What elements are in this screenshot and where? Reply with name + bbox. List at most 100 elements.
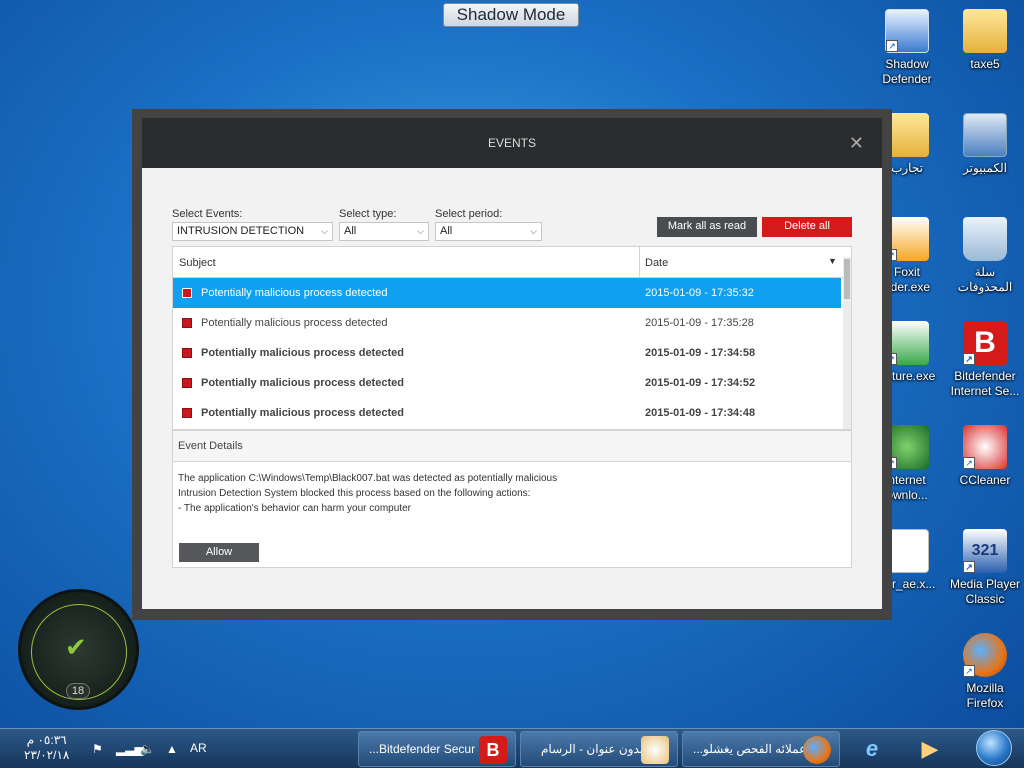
clock-date: ٢٣/٠٢/١٨ <box>24 748 70 762</box>
select-period-value: All <box>440 225 453 237</box>
flag-icon[interactable]: ⚑ <box>92 742 103 756</box>
firefox-icon <box>803 736 831 764</box>
window-titlebar: EVENTS ✕ <box>142 118 882 168</box>
mark-all-read-button[interactable]: Mark all as read <box>657 217 757 237</box>
select-type-label: Select type: <box>339 208 397 220</box>
computer-icon <box>963 113 1007 157</box>
media-player-icon: 321 ↗ <box>963 529 1007 573</box>
desktop-icon-label: CCleaner <box>959 473 1011 487</box>
alert-square-icon <box>182 378 192 388</box>
row-subject: Potentially malicious process detected <box>201 377 404 389</box>
gadget-count-badge: 18 <box>66 683 90 699</box>
alert-square-icon <box>182 288 192 298</box>
desktop-icon-ccleaner[interactable]: ↗ CCleaner <box>948 425 1022 488</box>
shadow-mode-banner: Shadow Mode <box>443 3 579 27</box>
row-date: 2015-01-09 - 17:34:48 <box>645 407 756 419</box>
taskbar-button-label: ...عملائه الفحص يغشلو <box>693 742 807 756</box>
details-line: - The application's behavior can harm yo… <box>178 503 411 514</box>
folder-user-icon <box>963 9 1007 53</box>
sort-down-icon[interactable]: ▼ <box>828 256 837 266</box>
column-date[interactable]: Date <box>645 257 668 269</box>
alert-square-icon <box>182 318 192 328</box>
show-hidden-icons-icon[interactable]: ▲ <box>166 742 178 756</box>
alert-square-icon <box>182 408 192 418</box>
events-window: EVENTS ✕ Select Events: INTRUSION DETECT… <box>142 118 882 609</box>
language-indicator[interactable]: AR <box>190 741 207 755</box>
checkmark-icon: ✔ <box>65 632 87 662</box>
volume-icon[interactable]: 🔈 <box>140 742 155 756</box>
desktop-icon-shadow-defender[interactable]: ↗ Shadow Defender <box>870 9 944 87</box>
select-type-dropdown[interactable]: All ⌵ <box>339 222 429 241</box>
desktop-icon-computer[interactable]: الكمبيوتر <box>948 113 1022 176</box>
firefox-icon: ↗ <box>963 633 1007 677</box>
table-header: Subject Date ▼ <box>173 247 851 278</box>
desktop-icon-bitdefender[interactable]: B ↗ Bitdefender Internet Se... <box>948 321 1022 399</box>
table-row[interactable]: Potentially malicious process detected 2… <box>173 368 841 398</box>
chevron-down-icon: ⌵ <box>321 226 328 236</box>
row-subject: Potentially malicious process detected <box>201 287 388 299</box>
desktop-icon-recycle-bin[interactable]: سلة المحذوفات <box>948 217 1022 295</box>
select-type-value: All <box>344 225 357 237</box>
desktop-icon-label: taxe5 <box>970 57 1000 71</box>
start-button[interactable] <box>976 730 1012 766</box>
scrollbar-thumb[interactable] <box>844 259 850 299</box>
taskbar-clock[interactable]: ٠٥:٣٦ م ٢٣/٠٢/١٨ <box>24 733 69 763</box>
chevron-down-icon: ⌵ <box>530 226 537 236</box>
chevron-down-icon: ⌵ <box>417 226 424 236</box>
select-events-label: Select Events: <box>172 208 243 220</box>
shadow-defender-icon: ↗ <box>885 9 929 53</box>
media-player-icon[interactable]: ▶ <box>914 733 946 765</box>
events-window-frame: EVENTS ✕ Select Events: INTRUSION DETECT… <box>132 109 892 620</box>
desktop-icon-media-player[interactable]: 321 ↗ Media Player Classic <box>948 529 1022 607</box>
table-scrollbar[interactable] <box>843 257 851 429</box>
allow-button[interactable]: Allow <box>179 543 259 562</box>
details-line: The application C:\Windows\Temp\Black007… <box>178 473 558 484</box>
desktop-icon-taxe5[interactable]: taxe5 <box>948 9 1022 72</box>
column-divider <box>639 247 640 278</box>
event-details-panel: Event Details The application C:\Windows… <box>172 430 852 568</box>
internet-explorer-icon[interactable]: e <box>856 733 888 765</box>
select-events-value: INTRUSION DETECTION <box>177 225 305 237</box>
bitdefender-icon: B <box>479 736 507 764</box>
desktop-icon-label: Bitdefender Internet Se... <box>950 369 1020 398</box>
clock-time: ٠٥:٣٦ م <box>26 733 67 747</box>
row-date: 2015-01-09 - 17:34:52 <box>645 377 756 389</box>
row-subject: Potentially malicious process detected <box>201 347 404 359</box>
event-details-header: Event Details <box>173 431 851 462</box>
row-subject: Potentially malicious process detected <box>201 407 404 419</box>
desktop-icon-label: الكمبيوتر <box>963 161 1007 175</box>
select-period-dropdown[interactable]: All ⌵ <box>435 222 542 241</box>
events-table: Subject Date ▼ Potentially malicious pro… <box>172 246 852 430</box>
close-icon[interactable]: ✕ <box>849 118 864 168</box>
table-row[interactable]: Potentially malicious process detected 2… <box>173 308 841 338</box>
select-events-dropdown[interactable]: INTRUSION DETECTION ⌵ <box>172 222 333 241</box>
desktop-icon-label: سلة المحذوفات <box>957 265 1013 294</box>
table-row[interactable]: Potentially malicious process detected 2… <box>173 278 841 308</box>
desktop-icon-firefox[interactable]: ↗ Mozilla Firefox <box>948 633 1022 711</box>
taskbar-button-firefox[interactable]: ...عملائه الفحص يغشلو <box>682 731 840 767</box>
table-row[interactable]: Potentially malicious process detected 2… <box>173 398 841 428</box>
desktop-icon-label: Shadow Defender <box>882 57 932 86</box>
taskbar-button-label: بدون عنوان - الرسام <box>541 742 644 756</box>
table-row[interactable]: Potentially malicious process detected 2… <box>173 338 841 368</box>
taskbar-button-paint[interactable]: بدون عنوان - الرسام <box>520 731 678 767</box>
bitdefender-icon: B ↗ <box>963 321 1007 365</box>
row-date: 2015-01-09 - 17:35:32 <box>645 287 754 299</box>
filter-bar: Select Events: INTRUSION DETECTION ⌵ Sele… <box>172 208 852 242</box>
paint-icon <box>641 736 669 764</box>
row-date: 2015-01-09 - 17:35:28 <box>645 317 754 329</box>
taskbar: ٠٥:٣٦ م ٢٣/٠٢/١٨ ⚑ ▂▃▅ 🔈 ▲ AR ...Bitdefe… <box>0 728 1024 768</box>
taskbar-button-label: ...Bitdefender Secur <box>369 742 476 756</box>
window-title: EVENTS <box>487 136 536 150</box>
delete-all-button[interactable]: Delete all <box>762 217 852 237</box>
taskbar-button-bitdefender[interactable]: ...Bitdefender Secur B <box>358 731 516 767</box>
details-line: Intrusion Detection System blocked this … <box>178 488 531 499</box>
ccleaner-icon: ↗ <box>963 425 1007 469</box>
column-subject[interactable]: Subject <box>179 257 216 269</box>
desktop-icon-label: Mozilla Firefox <box>966 681 1004 710</box>
security-gadget[interactable]: ✔ 18 <box>18 589 139 710</box>
alert-square-icon <box>182 348 192 358</box>
desktop-icon-label: Media Player Classic <box>949 577 1021 606</box>
select-period-label: Select period: <box>435 208 503 220</box>
row-date: 2015-01-09 - 17:34:58 <box>645 347 756 359</box>
